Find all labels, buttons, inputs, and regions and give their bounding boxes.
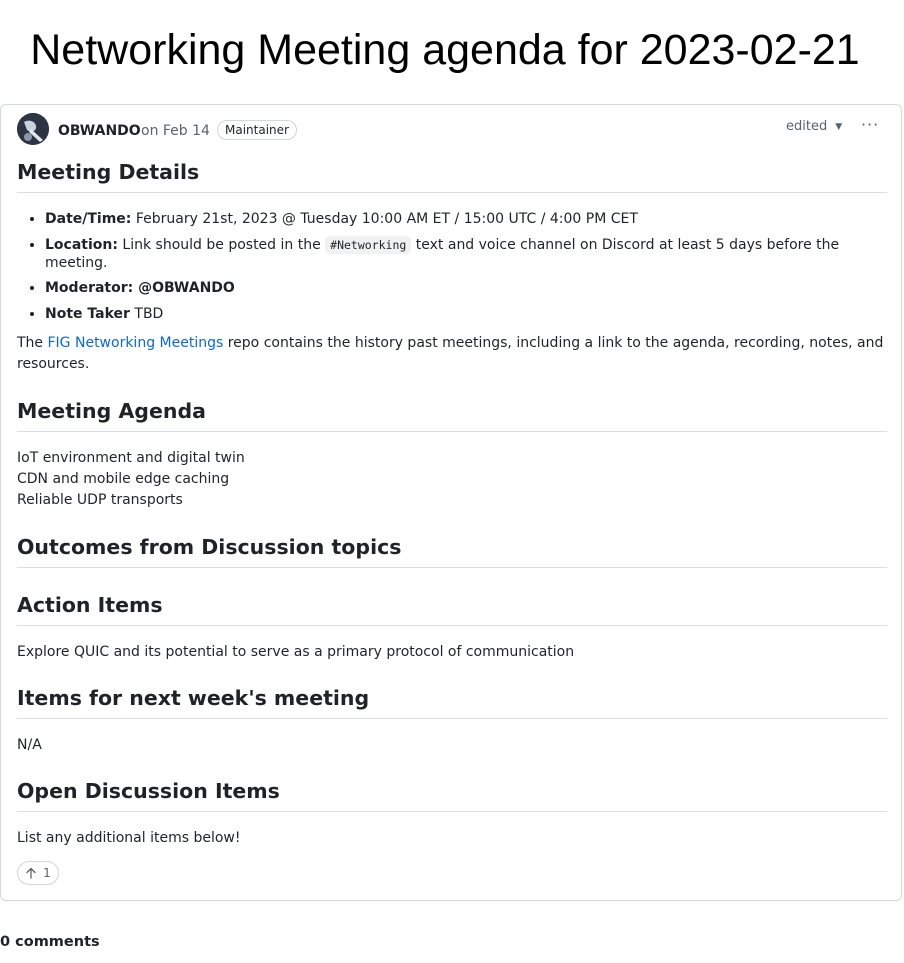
next-week-heading: Items for next week's meeting: [17, 685, 887, 719]
meeting-details-list: Date/Time: February 21st, 2023 @ Tuesday…: [17, 210, 887, 323]
agenda-item: IoT environment and digital twin: [17, 449, 245, 466]
open-discussion-heading: Open Discussion Items: [17, 778, 887, 812]
upvote-count: 1: [43, 866, 51, 880]
agenda-paragraph: IoT environment and digital twin CDN and…: [17, 448, 887, 511]
next-week-text: N/A: [17, 736, 42, 753]
maintainer-badge: Maintainer: [217, 120, 297, 140]
outcomes-heading: Outcomes from Discussion topics: [17, 534, 887, 568]
avatar-image-icon: [17, 113, 49, 145]
channel-code: #Networking: [325, 235, 412, 254]
list-item: Note Taker TBD: [45, 305, 887, 323]
agenda-item: Reliable UDP transports: [17, 491, 183, 508]
action-items-text: Explore QUIC and its potential to serve …: [17, 643, 575, 660]
moderator-label: Moderator:: [45, 280, 134, 296]
arrow-up-icon: [26, 867, 36, 879]
repo-paragraph: The FIG Networking Meetings repo contain…: [17, 333, 887, 375]
repo-link[interactable]: FIG Networking Meetings: [48, 335, 224, 351]
notetaker-label: Note Taker: [45, 305, 130, 322]
list-item: Moderator: @OBWANDO: [45, 279, 887, 297]
meeting-agenda-heading: Meeting Agenda: [17, 398, 887, 432]
upvote-button[interactable]: 1: [17, 861, 59, 885]
kebab-horizontal-icon[interactable]: ···: [861, 115, 879, 134]
page-title: Networking Meeting agenda for 2023-02-21: [30, 26, 860, 74]
open-discussion-text: List any additional items below!: [17, 829, 241, 846]
list-item: Date/Time: February 21st, 2023 @ Tuesday…: [45, 210, 887, 228]
agenda-item: CDN and mobile edge caching: [17, 470, 230, 487]
author-name[interactable]: OBWANDO: [58, 123, 141, 139]
edited-label: edited: [786, 119, 828, 134]
post-header: OBWANDO on Feb 14 Maintainer edited ▼ ···: [17, 113, 885, 147]
post-date[interactable]: on Feb 14: [141, 123, 210, 139]
moderator-mention[interactable]: @OBWANDO: [133, 280, 235, 296]
notetaker-value: TBD: [129, 305, 164, 322]
location-text: Link should be posted in the: [117, 236, 326, 253]
edited-dropdown[interactable]: edited ▼: [786, 119, 842, 134]
caret-down-icon: ▼: [835, 122, 843, 132]
meeting-details-heading: Meeting Details: [17, 159, 887, 193]
list-item: Location: Link should be posted in the #…: [45, 235, 887, 272]
post-body: Meeting Details Date/Time: February 21st…: [17, 159, 887, 849]
location-label: Location:: [45, 236, 118, 253]
comments-count: 0 comments: [0, 934, 100, 950]
datetime-value: February 21st, 2023 @ Tuesday 10:00 AM E…: [131, 211, 638, 227]
action-items-heading: Action Items: [17, 592, 887, 626]
avatar[interactable]: [17, 113, 49, 145]
discussion-post: OBWANDO on Feb 14 Maintainer edited ▼ ···…: [0, 104, 902, 901]
repo-text: The: [17, 334, 48, 351]
datetime-label: Date/Time:: [45, 211, 132, 227]
